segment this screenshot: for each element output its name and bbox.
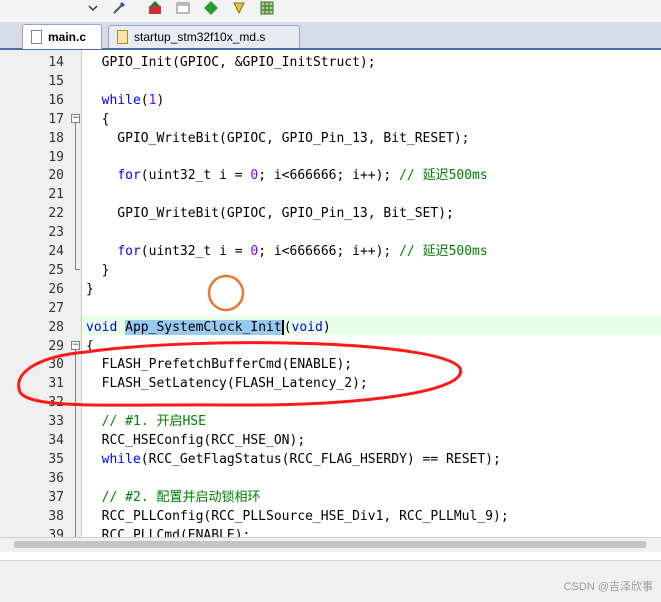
annotation-ellipse	[17, 341, 463, 407]
annotation-layer	[17, 274, 463, 407]
annotation-circle	[207, 274, 245, 312]
